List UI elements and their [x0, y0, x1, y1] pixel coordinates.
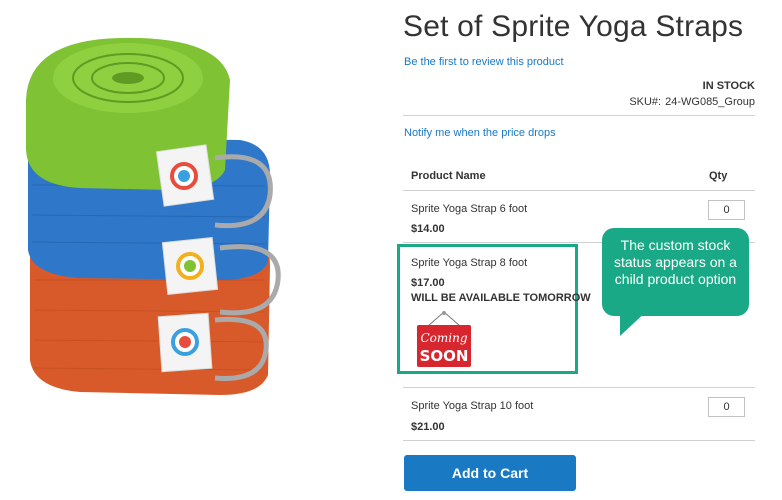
badge-line-1: Coming — [420, 331, 467, 345]
product-name-8-foot: Sprite Yoga Strap 8 foot — [411, 257, 528, 269]
add-to-cart-button[interactable]: Add to Cart — [404, 455, 576, 491]
product-name-10-foot: Sprite Yoga Strap 10 foot — [411, 400, 534, 412]
strap-label-blue — [161, 236, 219, 296]
column-header-qty: Qty — [709, 170, 728, 182]
table-bottom-rule — [403, 440, 755, 441]
price-6-foot: $14.00 — [411, 223, 445, 235]
sku-label: SKU#: — [629, 96, 662, 108]
coming-soon-badge: Coming SOON — [417, 311, 471, 367]
strap-label-green — [155, 144, 215, 207]
product-name-6-foot: Sprite Yoga Strap 6 foot — [411, 203, 528, 215]
stock-status: IN STOCK — [702, 80, 755, 92]
qty-input-10-foot[interactable] — [708, 397, 745, 417]
custom-stock-status: WILL BE AVAILABLE TOMORROW — [411, 292, 591, 304]
product-image — [26, 37, 281, 395]
annotation-callout: The custom stock status appears on a chi… — [602, 228, 749, 336]
sku: SKU#: 24-WG085_Group — [629, 96, 755, 108]
sku-value: 24-WG085_Group — [665, 96, 755, 108]
column-header-product-name: Product Name — [411, 170, 486, 182]
price-8-foot: $17.00 — [411, 277, 445, 289]
divider — [403, 115, 755, 116]
review-link[interactable]: Be the first to review this product — [404, 56, 564, 68]
qty-input-6-foot[interactable] — [708, 200, 745, 220]
row-divider — [403, 387, 755, 388]
price-alert-link[interactable]: Notify me when the price drops — [404, 127, 556, 139]
strap-label-orange — [157, 312, 213, 373]
table-header-rule — [403, 190, 755, 191]
callout-text: The custom stock status appears on a chi… — [614, 237, 737, 287]
badge-line-2: SOON — [420, 347, 469, 365]
page-title: Set of Sprite Yoga Straps — [403, 10, 744, 43]
price-10-foot: $21.00 — [411, 421, 445, 433]
